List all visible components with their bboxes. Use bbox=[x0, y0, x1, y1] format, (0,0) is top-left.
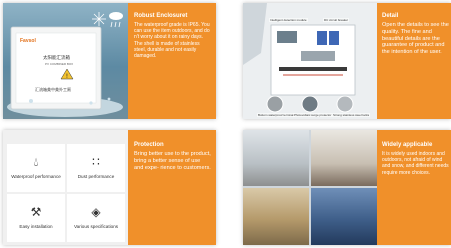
card-robust-enclosure: ! Favsol 太阳能汇流箱 PV COMBINER BOX 汇流箱美中美外工… bbox=[3, 3, 216, 119]
label-waterproof-terminal: Bottom waterproof terminal bbox=[257, 113, 296, 117]
svg-text:!: ! bbox=[66, 73, 68, 80]
product-subname: PV COMBINER BOX bbox=[45, 62, 74, 66]
card-title: Protection bbox=[134, 142, 164, 148]
snowflake-icon bbox=[92, 12, 106, 26]
tools-icon: ⚒ bbox=[30, 205, 42, 219]
feature-label: Various specifications bbox=[73, 224, 119, 229]
info-panel: Detail Open the details to see the quali… bbox=[377, 3, 451, 119]
card-widely-applicable: Widely applicable It is widely used indo… bbox=[243, 130, 451, 245]
feature-waterproof: 💧︎ Waterproof performance bbox=[7, 144, 65, 192]
dust-icon: ∷ bbox=[92, 155, 100, 169]
photo-meeting-room bbox=[311, 130, 377, 186]
label-stainless-locks: Strong stainless steel locks bbox=[332, 113, 371, 117]
info-panel: Robust Enclosuret The waterproof grade i… bbox=[128, 3, 216, 119]
card-detail: Intelligent detection module DC circuit … bbox=[243, 3, 451, 119]
feature-dust: ∷ Dust performance bbox=[67, 144, 125, 192]
card-protection: 💧︎ Waterproof performance ∷ Dust perform… bbox=[3, 130, 216, 245]
interior-detail-photo: Intelligent detection module DC circuit … bbox=[243, 3, 377, 119]
label-surge-protector: Photovoltaic surge protector bbox=[293, 113, 333, 117]
card-title: Robust Enclosuret bbox=[134, 13, 188, 19]
card-description: Open the details to see the quality. The… bbox=[382, 22, 449, 56]
card-title: Detail bbox=[382, 13, 399, 19]
label-circuit-breaker: DC circuit breaker bbox=[323, 18, 350, 22]
card-title: Widely applicable bbox=[382, 142, 433, 148]
feature-label: Dust performance bbox=[77, 174, 115, 179]
label-detection-module: Intelligent detection module bbox=[269, 18, 308, 22]
feature-specifications: ◈ Various specifications bbox=[67, 194, 125, 242]
card-description: Bring better use to the product, bring a… bbox=[134, 151, 211, 171]
feature-installation: ⚒ Easy installation bbox=[7, 194, 65, 242]
card-description: The waterproof grade is IP65. You can us… bbox=[134, 22, 210, 60]
info-panel: Protection Bring better use to the produ… bbox=[128, 130, 216, 245]
application-photos bbox=[243, 130, 377, 245]
company-name: 汇流箱美中美外工厠 bbox=[35, 87, 71, 92]
brand-logo: Favsol bbox=[20, 38, 36, 44]
info-panel: Widely applicable It is widely used indo… bbox=[377, 130, 451, 245]
photo-city-skyline bbox=[311, 188, 377, 245]
water-drop-icon: 💧︎ bbox=[33, 155, 39, 169]
features-grid: 💧︎ Waterproof performance ∷ Dust perform… bbox=[3, 130, 128, 245]
feature-label: Easy installation bbox=[19, 224, 53, 229]
feature-label: Waterproof performance bbox=[11, 174, 61, 179]
layers-icon: ◈ bbox=[91, 205, 101, 219]
product-name: 太阳能汇流箱 bbox=[43, 55, 70, 60]
photo-office bbox=[243, 130, 309, 186]
enclosure-photo: ! Favsol 太阳能汇流箱 PV COMBINER BOX 汇流箱美中美外工… bbox=[3, 3, 128, 119]
card-description: It is widely used indoors and outdoors, … bbox=[382, 151, 449, 176]
rain-cloud-icon bbox=[109, 12, 123, 28]
photo-warehouse bbox=[243, 188, 309, 245]
